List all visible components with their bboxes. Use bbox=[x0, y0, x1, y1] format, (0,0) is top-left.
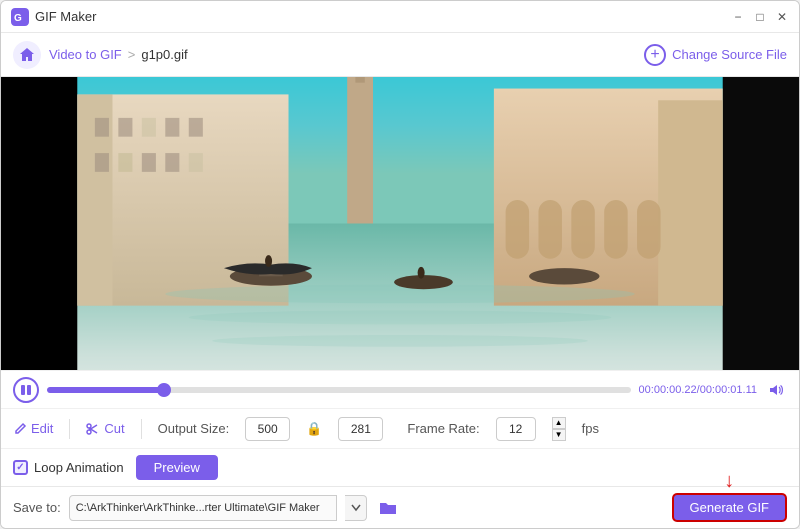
change-source-button[interactable]: + Change Source File bbox=[644, 44, 787, 66]
save-to-label: Save to: bbox=[13, 500, 61, 515]
breadcrumb-current: g1p0.gif bbox=[141, 47, 187, 62]
divider2 bbox=[141, 419, 142, 439]
breadcrumb-separator: > bbox=[128, 47, 136, 62]
frame-rate-stepper: ▲ ▼ bbox=[552, 417, 566, 441]
cut-button[interactable]: Cut bbox=[86, 421, 124, 436]
maximize-button[interactable]: □ bbox=[753, 10, 767, 24]
folder-button[interactable] bbox=[375, 495, 401, 521]
edit-icon bbox=[13, 422, 27, 436]
edit-label: Edit bbox=[31, 421, 53, 436]
frame-rate-down-button[interactable]: ▼ bbox=[552, 429, 566, 441]
generate-btn-wrap: ↓ Generate GIF bbox=[672, 493, 787, 522]
divider bbox=[69, 419, 70, 439]
time-display: 00:00:00.22/00:00:01.11 bbox=[639, 384, 757, 396]
change-source-label: Change Source File bbox=[672, 47, 787, 62]
height-input[interactable] bbox=[338, 417, 383, 441]
generate-gif-button[interactable]: Generate GIF bbox=[672, 493, 787, 522]
frame-rate-up-button[interactable]: ▲ bbox=[552, 417, 566, 429]
controls-bar: 00:00:00.22/00:00:01.11 bbox=[1, 370, 799, 408]
edit-button[interactable]: Edit bbox=[13, 421, 53, 436]
loop-label: Loop Animation bbox=[34, 460, 124, 475]
volume-icon bbox=[768, 382, 784, 398]
breadcrumb-link[interactable]: Video to GIF bbox=[49, 47, 122, 62]
breadcrumb: Video to GIF > g1p0.gif bbox=[49, 47, 644, 62]
loop-checkbox-box bbox=[13, 460, 28, 475]
frame-rate-label: Frame Rate: bbox=[407, 421, 479, 436]
title-bar: G GIF Maker − □ ✕ bbox=[1, 1, 799, 33]
path-dropdown-button[interactable] bbox=[345, 495, 367, 521]
app-title: GIF Maker bbox=[35, 9, 731, 24]
options-bar: Loop Animation Preview bbox=[1, 448, 799, 486]
app-window: G GIF Maker − □ ✕ Video to GIF > g1p0.gi… bbox=[0, 0, 800, 529]
cut-label: Cut bbox=[104, 421, 124, 436]
pause-icon bbox=[20, 384, 32, 396]
video-thumbnail bbox=[1, 77, 799, 370]
lock-icon[interactable]: 🔒 bbox=[306, 421, 322, 437]
progress-thumb bbox=[157, 383, 171, 397]
home-button[interactable] bbox=[13, 41, 41, 69]
app-icon: G bbox=[11, 8, 29, 26]
frame-rate-input[interactable] bbox=[496, 417, 536, 441]
minimize-button[interactable]: − bbox=[731, 10, 745, 24]
pause-button[interactable] bbox=[13, 377, 39, 403]
chevron-down-icon bbox=[351, 504, 361, 512]
window-controls: − □ ✕ bbox=[731, 10, 789, 24]
video-frame bbox=[1, 77, 799, 370]
volume-button[interactable] bbox=[765, 379, 787, 401]
video-player[interactable] bbox=[1, 77, 799, 370]
width-input[interactable] bbox=[245, 417, 290, 441]
edit-bar: Edit Cut Output Size: 🔒 Frame Rate: ▲ ▼ … bbox=[1, 408, 799, 448]
close-button[interactable]: ✕ bbox=[775, 10, 789, 24]
progress-bar[interactable] bbox=[47, 387, 631, 393]
plus-circle-icon: + bbox=[644, 44, 666, 66]
save-path-input[interactable] bbox=[69, 495, 337, 521]
arrow-indicator: ↓ bbox=[724, 471, 734, 491]
fps-unit: fps bbox=[582, 421, 599, 436]
folder-icon bbox=[379, 500, 397, 516]
svg-text:G: G bbox=[14, 13, 22, 24]
preview-button[interactable]: Preview bbox=[136, 455, 218, 480]
save-bar: Save to: ↓ Generate GIF bbox=[1, 486, 799, 528]
output-size-label: Output Size: bbox=[158, 421, 230, 436]
cut-icon bbox=[86, 422, 100, 436]
progress-fill bbox=[47, 387, 164, 393]
loop-animation-checkbox[interactable]: Loop Animation bbox=[13, 460, 124, 475]
nav-bar: Video to GIF > g1p0.gif + Change Source … bbox=[1, 33, 799, 77]
